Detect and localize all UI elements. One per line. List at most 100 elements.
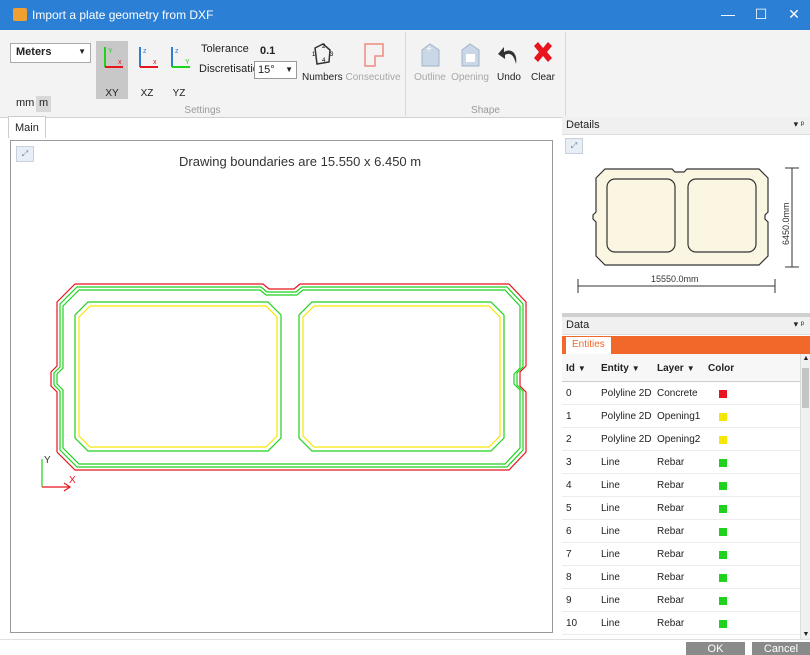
table-row[interactable]: 10 Line Rebar xyxy=(562,612,800,635)
units-select[interactable]: Meters ▼ xyxy=(10,43,91,63)
table-row[interactable]: 9 Line Rebar xyxy=(562,589,800,612)
plane-xz-label: XZ xyxy=(140,88,154,99)
settings-group-label: Settings xyxy=(184,105,221,116)
clear-button[interactable]: Clear xyxy=(528,40,558,83)
plane-xz-button[interactable]: z x XZ xyxy=(131,41,163,99)
table-row[interactable]: 7 Line Rebar xyxy=(562,543,800,566)
numbers-button[interactable]: 2 1 3 4 Numbers xyxy=(302,40,343,83)
tolerance-value[interactable]: 0.1 xyxy=(260,45,275,57)
opening-button[interactable]: Opening xyxy=(450,40,490,83)
outline-label: Outline xyxy=(414,72,446,83)
consecutive-label: Consecutive xyxy=(345,72,401,83)
color-swatch xyxy=(719,551,727,559)
app-logo-icon xyxy=(13,8,27,21)
drawing-canvas[interactable]: ⤢ Drawing boundaries are 15.550 x 6.450 … xyxy=(10,140,553,633)
grid-scrollbar[interactable]: ▲ ▼ xyxy=(800,354,810,639)
tab-entities[interactable]: Entities xyxy=(566,337,611,354)
filter-icon[interactable]: ▼ xyxy=(632,364,640,373)
table-row[interactable]: 0 Polyline 2D Concrete xyxy=(562,382,800,405)
plane-yz-button[interactable]: z Y YZ xyxy=(163,41,195,99)
cancel-button[interactable]: Cancel xyxy=(752,642,810,655)
color-swatch xyxy=(719,597,727,605)
filter-icon[interactable]: ▼ xyxy=(578,364,586,373)
color-swatch xyxy=(719,574,727,582)
entities-tab-bar: Entities xyxy=(562,336,810,354)
table-row[interactable]: 4 Line Rebar xyxy=(562,474,800,497)
scroll-down-icon[interactable]: ▼ xyxy=(801,631,810,638)
dxf-drawing: Y X xyxy=(41,283,527,492)
data-header: Data ▾ ᵖ xyxy=(562,317,810,335)
opening1-rebar xyxy=(74,301,282,452)
main-pane: Main ⤢ Drawing boundaries are 15.550 x 6… xyxy=(8,116,554,636)
undo-label: Undo xyxy=(497,72,521,83)
scroll-up-icon[interactable]: ▲ xyxy=(801,355,810,362)
title-bar: Import a plate geometry from DXF — ☐ ✕ xyxy=(0,0,810,30)
discretisation-select[interactable]: 15° ▼ xyxy=(254,61,297,79)
table-row[interactable]: 8 Line Rebar xyxy=(562,566,800,589)
svg-text:3: 3 xyxy=(330,52,334,58)
color-swatch xyxy=(719,620,727,628)
entities-grid: Id ▼ Entity ▼ Layer ▼ Color 0 Polyline 2D Con… xyxy=(562,354,800,639)
preview-outline xyxy=(592,168,769,266)
details-pane-controls[interactable]: ▾ ᵖ xyxy=(794,119,804,130)
svg-text:z: z xyxy=(175,48,179,55)
tab-main[interactable]: Main xyxy=(8,116,46,138)
expand-icon[interactable]: ⤢ xyxy=(565,138,583,154)
table-row[interactable]: 6 Line Rebar xyxy=(562,520,800,543)
ok-button[interactable]: OK xyxy=(686,642,745,655)
scrollbar-thumb[interactable] xyxy=(802,368,809,408)
column-header-layer[interactable]: Layer ▼ xyxy=(657,363,695,374)
minimize-button[interactable]: — xyxy=(718,6,738,22)
chevron-down-icon: ▼ xyxy=(78,47,86,56)
table-row[interactable]: 1 Polyline 2D Opening1 xyxy=(562,405,800,428)
svg-text:Y: Y xyxy=(185,59,190,66)
shape-group-label: Shape xyxy=(471,105,500,116)
numbers-label: Numbers xyxy=(302,72,343,83)
outline-icon: + xyxy=(421,43,440,67)
table-row[interactable]: 2 Polyline 2D Opening2 xyxy=(562,428,800,451)
opening-label: Opening xyxy=(451,72,489,83)
plane-xy-button[interactable]: Y x XY xyxy=(96,41,128,99)
width-dimension-label: 15550.0mm xyxy=(651,274,699,284)
column-header-entity[interactable]: Entity ▼ xyxy=(601,363,640,374)
svg-text:+: + xyxy=(426,44,432,55)
filter-icon[interactable]: ▼ xyxy=(687,364,695,373)
shape-group: + Outline Opening Undo Clear Shape xyxy=(406,32,566,116)
grid-rows: 0 Polyline 2D Concrete 1 Polyline 2D Opening… xyxy=(562,382,800,635)
color-swatch xyxy=(719,482,727,490)
opening-icon xyxy=(461,43,480,67)
consecutive-button[interactable]: Consecutive xyxy=(345,40,401,83)
close-button[interactable]: ✕ xyxy=(784,6,804,23)
clear-label: Clear xyxy=(531,72,555,83)
settings-group: Meters ▼ mm m Y x XY z x XZ z Y YZ Toler… xyxy=(0,32,406,116)
undo-button[interactable]: Undo xyxy=(494,40,524,83)
rebar-outer xyxy=(53,286,524,468)
color-swatch xyxy=(719,459,727,467)
undo-icon xyxy=(498,47,517,64)
outline-button[interactable]: + Outline xyxy=(414,40,446,83)
chevron-down-icon: ▼ xyxy=(285,65,293,74)
svg-text:Y: Y xyxy=(108,48,113,55)
column-header-color[interactable]: Color xyxy=(708,363,734,374)
color-swatch xyxy=(719,528,727,536)
maximize-button[interactable]: ☐ xyxy=(751,6,771,23)
opening1-outline xyxy=(78,305,278,448)
numbers-icon: 2 1 3 4 xyxy=(312,43,334,65)
column-header-id[interactable]: Id ▼ xyxy=(566,363,586,374)
clear-icon xyxy=(534,42,552,62)
data-pane-controls[interactable]: ▾ ᵖ xyxy=(794,319,804,330)
units-select-value: Meters xyxy=(16,46,52,58)
table-row[interactable]: 3 Line Rebar xyxy=(562,451,800,474)
axis-x-label: X xyxy=(69,475,76,486)
axis-y-label: Y xyxy=(44,455,51,466)
xy-axes-icon: Y x xyxy=(104,47,123,68)
yz-axes-icon: z Y xyxy=(171,47,190,68)
color-swatch xyxy=(719,413,727,421)
dialog-footer: OK Cancel xyxy=(0,639,810,655)
plane-yz-label: YZ xyxy=(172,88,186,99)
plane-xy-label: XY xyxy=(105,88,119,99)
consecutive-icon xyxy=(364,43,384,67)
table-row[interactable]: 5 Line Rebar xyxy=(562,497,800,520)
color-swatch xyxy=(719,390,727,398)
rebar-outer-2 xyxy=(56,289,521,465)
